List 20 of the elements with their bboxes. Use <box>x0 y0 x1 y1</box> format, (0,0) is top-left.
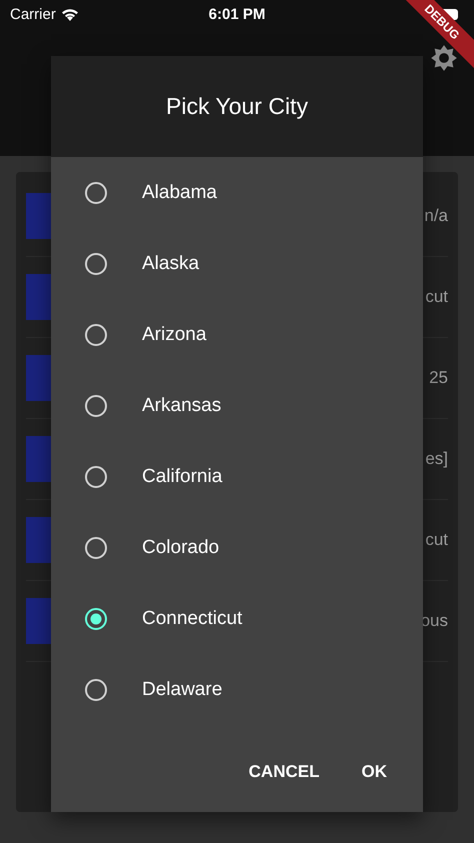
trailing-text: 25 <box>429 368 448 388</box>
trailing-text: cut <box>425 287 448 307</box>
radio-option[interactable]: California <box>51 441 423 512</box>
radio-option[interactable]: Alaska <box>51 228 423 299</box>
dialog-title: Pick Your City <box>166 93 308 120</box>
carrier-label: Carrier <box>10 6 56 22</box>
dialog-button[interactable]: OK <box>348 754 401 790</box>
radio-option[interactable]: Delaware <box>51 654 423 725</box>
radio-option[interactable]: Arizona <box>51 299 423 370</box>
radio-option[interactable]: Arkansas <box>51 370 423 441</box>
radio-option[interactable]: Connecticut <box>51 583 423 654</box>
status-time: 6:01 PM <box>208 6 266 22</box>
trailing-text: es] <box>425 449 448 469</box>
dialog-button[interactable]: CANCEL <box>234 754 334 790</box>
radio-option[interactable]: Alabama <box>51 157 423 228</box>
wifi-icon <box>60 8 79 20</box>
trailing-text: cut <box>425 530 448 550</box>
radio-option[interactable]: Colorado <box>51 512 423 583</box>
settings-icon[interactable] <box>430 44 458 72</box>
trailing-text: n/a <box>424 206 448 226</box>
